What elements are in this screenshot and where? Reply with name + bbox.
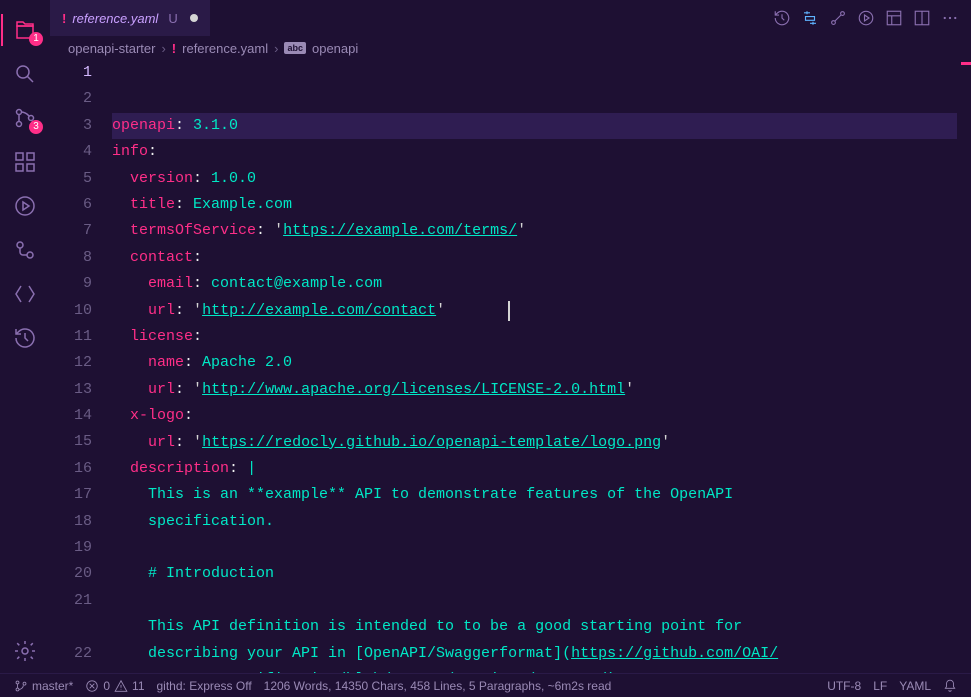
eol-indicator[interactable]: LF [867, 674, 893, 697]
remote-icon[interactable] [1, 272, 49, 316]
explorer-badge: 1 [29, 32, 43, 46]
breadcrumb[interactable]: openapi-starter › ! reference.yaml › abc… [50, 36, 971, 60]
status-bar: master* 0 11 githd: Express Off 1206 Wor… [0, 673, 971, 697]
breadcrumb-folder[interactable]: openapi-starter [68, 41, 155, 56]
line-numbers: 12345678910111213141516171819202122 [50, 60, 112, 673]
problems-indicator[interactable]: 0 11 [79, 674, 150, 697]
explorer-icon[interactable]: 1 [1, 8, 49, 52]
language-indicator[interactable]: YAML [893, 674, 937, 697]
yaml-file-icon: ! [62, 11, 66, 26]
branch-indicator[interactable]: master* [8, 674, 79, 697]
compare-icon[interactable] [829, 9, 847, 27]
run-icon[interactable] [857, 9, 875, 27]
tab-bar: ! reference.yaml U [50, 0, 971, 36]
breadcrumb-file[interactable]: reference.yaml [182, 41, 268, 56]
diff-changes-icon[interactable] [801, 9, 819, 27]
settings-gear-icon[interactable] [1, 629, 49, 673]
more-icon[interactable] [941, 9, 959, 27]
chevron-right-icon: › [161, 41, 165, 56]
chevron-right-icon: › [274, 41, 278, 56]
code-content[interactable]: openapi: 3.1.0info: version: 1.0.0 title… [112, 60, 971, 673]
split-icon[interactable] [913, 9, 931, 27]
debug-icon[interactable] [1, 184, 49, 228]
tab-dirty-dot [190, 14, 198, 22]
history-icon[interactable] [773, 9, 791, 27]
preview-icon[interactable] [885, 9, 903, 27]
scm-badge: 3 [29, 120, 43, 134]
symbol-icon: abc [284, 42, 306, 54]
yaml-file-icon: ! [172, 41, 176, 56]
tab-status: U [168, 11, 177, 26]
tab-filename: reference.yaml [72, 11, 158, 26]
timeline-icon[interactable] [1, 316, 49, 360]
minimap[interactable] [957, 60, 971, 673]
notifications-icon[interactable] [937, 674, 963, 697]
extensions-icon[interactable] [1, 140, 49, 184]
tab-reference-yaml[interactable]: ! reference.yaml U [50, 0, 210, 36]
source-control-icon[interactable]: 3 [1, 96, 49, 140]
activity-bar: 1 3 [0, 0, 50, 673]
editor[interactable]: 12345678910111213141516171819202122 open… [50, 60, 971, 673]
search-icon[interactable] [1, 52, 49, 96]
diff-icon[interactable] [1, 228, 49, 272]
document-stats[interactable]: 1206 Words, 14350 Chars, 458 Lines, 5 Pa… [258, 674, 618, 697]
editor-actions [773, 0, 971, 36]
breadcrumb-symbol[interactable]: openapi [312, 41, 358, 56]
text-cursor [508, 301, 510, 321]
encoding-indicator[interactable]: UTF-8 [821, 674, 867, 697]
githd-status[interactable]: githd: Express Off [151, 674, 258, 697]
